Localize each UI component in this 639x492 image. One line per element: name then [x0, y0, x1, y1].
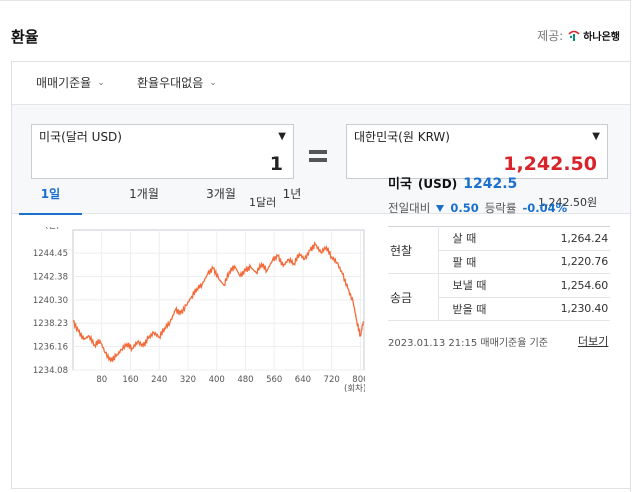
cash-group-label: 현찰	[388, 226, 439, 274]
from-currency-label: 미국(달러 USD)	[39, 130, 122, 144]
table-row: 현찰 살 때 1,264.24	[388, 226, 610, 274]
to-currency-select[interactable]: 대한민국(원 KRW) ▼	[346, 124, 608, 150]
rate-value: 1,254.60	[523, 273, 610, 298]
from-amount-input[interactable]: 1	[31, 149, 294, 179]
provider: 제공: 하나은행	[537, 27, 620, 44]
rate-value: 1,264.24	[523, 226, 610, 251]
x-tick-label: 480	[237, 375, 253, 385]
y-tick-label: 1234.08	[33, 366, 68, 376]
x-unit-label: (회차)	[344, 384, 365, 394]
period-tabs: 1일 1개월 3개월 1년	[19, 176, 349, 218]
y-tick-label: 1236.16	[33, 343, 68, 353]
y-tick-label: 1238.23	[33, 319, 68, 329]
page-title: 환율	[11, 28, 39, 46]
table-row: 송금 보낼 때 1,254.60	[388, 273, 610, 321]
options-bar: 매매기준율 ⌄ 환율우대없음 ⌄	[12, 62, 630, 105]
change-percent: -0.04%	[522, 201, 568, 215]
tab-1month[interactable]: 1개월	[114, 185, 174, 202]
summary-unit: (USD)	[417, 177, 458, 191]
x-tick-label: 80	[96, 375, 107, 385]
hana-bank-logo-icon	[568, 30, 580, 41]
equals-icon	[309, 150, 327, 166]
x-tick-label: 560	[266, 375, 282, 385]
rate-chart: 1244.45 1242.38 1240.30 1238.23 1236.16 1234.…	[20, 221, 369, 417]
change-value: 0.50	[450, 201, 479, 215]
provider-name: 하나은행	[583, 32, 620, 43]
x-tick-label: 400	[209, 375, 225, 385]
summary-country: 미국	[388, 177, 412, 192]
tab-1year[interactable]: 1년	[267, 185, 317, 202]
from-currency-select[interactable]: 미국(달러 USD) ▼	[31, 124, 294, 150]
caret-down-icon: ▼	[278, 131, 286, 142]
chevron-down-icon: ⌄	[97, 77, 105, 88]
tab-1day[interactable]: 1일	[19, 185, 82, 202]
rate-kind: 살 때	[438, 226, 524, 251]
y-tick-label: 1240.30	[33, 296, 68, 306]
provider-logo: 하나은행	[567, 28, 620, 43]
y-unit-label: (원)	[45, 227, 59, 231]
exchange-rate-card: 환율 제공: 하나은행 매매기준율 ⌄ 환율우대없음 ⌄ 미국(달러 USD) …	[0, 0, 631, 492]
rate-table: 현찰 살 때 1,264.24 팔 때 1,220.76 송금 보낼 때 1,2…	[388, 226, 610, 321]
more-link[interactable]: 더보기	[578, 333, 608, 349]
y-tick-label: 1244.45	[33, 249, 68, 259]
x-tick-label: 160	[122, 375, 138, 385]
rate-value: 1,220.76	[523, 250, 610, 274]
preference-label: 환율우대없음	[137, 76, 204, 90]
rate-value: 1,230.40	[523, 297, 610, 321]
rate-type-label: 매매기준율	[36, 76, 92, 90]
rate-kind: 받을 때	[438, 297, 524, 321]
x-tick-label: 320	[180, 375, 196, 385]
rate-type-dropdown[interactable]: 매매기준율 ⌄	[36, 74, 105, 91]
rate-kind: 팔 때	[438, 250, 524, 274]
x-tick-label: 240	[151, 375, 167, 385]
rate-summary: 미국 (USD) 1242.5 전일대비 0.50 등락률 -0.04%	[388, 173, 610, 216]
down-arrow-icon	[436, 204, 445, 212]
to-currency-label: 대한민국(원 KRW)	[354, 130, 450, 144]
rate-kind: 보낼 때	[438, 273, 524, 298]
timestamp: 2023.01.13 21:15 매매기준율 기준	[388, 338, 549, 349]
summary-rate: 1242.5	[463, 176, 518, 192]
tab-3month[interactable]: 3개월	[191, 185, 251, 202]
y-tick-label: 1242.38	[33, 272, 68, 282]
updown-label: 등락률	[484, 201, 517, 215]
x-tick-label: 640	[295, 375, 311, 385]
x-tick-label: 720	[324, 375, 340, 385]
remit-group-label: 송금	[388, 273, 439, 321]
active-tab-indicator	[19, 213, 82, 215]
chevron-down-icon: ⌄	[209, 77, 217, 88]
provider-label: 제공:	[537, 29, 564, 43]
caret-down-icon: ▼	[592, 131, 600, 142]
rate-series-line	[72, 240, 364, 364]
change-label: 전일대비	[388, 201, 431, 215]
rate-chart-svg: 1244.45 1242.38 1240.30 1238.23 1236.16 1234.…	[33, 221, 369, 394]
preference-dropdown[interactable]: 환율우대없음 ⌄	[137, 74, 217, 91]
